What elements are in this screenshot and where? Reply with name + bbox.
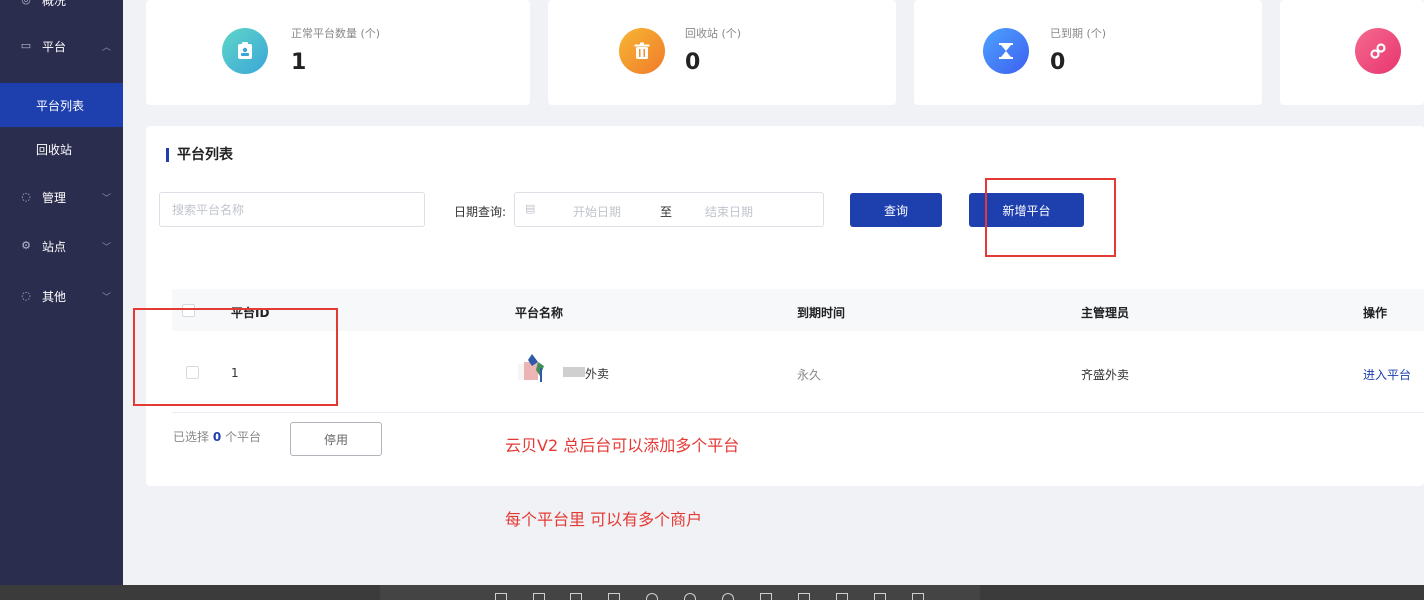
stat-value: 0 (685, 50, 701, 75)
date-end-input[interactable]: 结束日期 (705, 203, 753, 220)
trash-icon (619, 28, 665, 74)
chevron-down-icon: ﹀ (101, 242, 111, 253)
calendar-icon: ▤ (525, 202, 536, 215)
stat-label: 已到期 (个) (1050, 27, 1107, 40)
chevron-up-icon: ︿ (101, 42, 111, 53)
sidebar-item-platform-list[interactable]: 平台列表 (0, 83, 123, 127)
toolbar-icon[interactable] (646, 593, 658, 600)
toolbar-icon[interactable] (533, 593, 545, 600)
annotation-box-add (985, 178, 1116, 257)
header-expire-time: 到期时间 (797, 306, 846, 320)
hourglass-icon (983, 28, 1029, 74)
circle-icon: ◌ (21, 289, 31, 302)
stat-card-active: 正常平台数量 (个) 1 (146, 0, 530, 105)
disable-button[interactable]: 停用 (290, 422, 382, 456)
taskbar (0, 585, 1424, 600)
sidebar-item-other[interactable]: ◌ 其他 ﹀ (0, 274, 123, 318)
annotation-box-id (133, 308, 338, 406)
table-row-divider (172, 412, 1424, 413)
search-input[interactable] (159, 192, 425, 227)
chevron-down-icon: ﹀ (101, 292, 111, 303)
clipboard-icon (222, 28, 268, 74)
blurred-name-prefix (563, 367, 585, 377)
circle-icon: ◌ (21, 190, 31, 203)
sidebar-item-label: 管理 (42, 190, 67, 205)
stat-card-recycle: 回收站 (个) 0 (548, 0, 896, 105)
gear-icon: ⚙ (21, 239, 31, 252)
taskbar-toolbar (380, 585, 980, 600)
sidebar-item-label: 概况 (42, 0, 67, 8)
date-range-picker[interactable]: ▤ 开始日期 至 结束日期 (514, 192, 824, 227)
platform-logo-icon (518, 354, 550, 384)
toolbar-icon[interactable] (495, 593, 507, 600)
header-action: 操作 (1363, 306, 1388, 320)
selected-summary: 已选择 0 个平台 (173, 430, 262, 444)
sidebar-item-site[interactable]: ⚙ 站点 ﹀ (0, 224, 123, 268)
toolbar-icon[interactable] (570, 593, 582, 600)
overview-icon: ◎ (20, 0, 32, 6)
header-admin: 主管理员 (1081, 306, 1130, 320)
stat-label: 正常平台数量 (个) (291, 27, 381, 40)
toolbar-icon[interactable] (684, 593, 696, 600)
toolbar-icon[interactable] (836, 593, 848, 600)
chart-icon: ▭ (20, 39, 32, 52)
toolbar-icon[interactable] (722, 593, 734, 600)
chevron-down-icon: ﹀ (101, 193, 111, 204)
sidebar-item-manage[interactable]: ◌ 管理 ﹀ (0, 175, 123, 219)
cell-admin: 齐盛外卖 (1081, 368, 1130, 382)
sidebar-item-overview[interactable]: ◎ 概况 (0, 0, 123, 22)
stat-card-expired: 已到期 (个) 0 (914, 0, 1262, 105)
cell-platform-name: 外卖 (585, 367, 610, 381)
stat-value: 1 (291, 50, 307, 75)
sidebar-item-label: 回收站 (36, 142, 73, 157)
cell-expire-time: 永久 (797, 368, 822, 382)
toolbar-icon[interactable] (798, 593, 810, 600)
sidebar-item-label: 站点 (42, 239, 67, 254)
toolbar-icon[interactable] (608, 593, 620, 600)
toolbar-icon[interactable] (874, 593, 886, 600)
sidebar: ◎ 概况 ▭ 平台 ︿ 平台列表 回收站 ◌ 管理 ﹀ ⚙ 站点 ﹀ ◌ 其他 … (0, 0, 123, 585)
sidebar-item-platform[interactable]: ▭ 平台 ︿ (0, 24, 123, 68)
header-platform-name: 平台名称 (515, 306, 564, 320)
link-icon (1355, 28, 1401, 74)
sidebar-item-label: 其他 (42, 289, 67, 304)
sidebar-item-label: 平台 (42, 39, 67, 54)
panel-title: 平台列表 (166, 148, 233, 162)
enter-platform-link[interactable]: 进入平台 (1363, 366, 1411, 383)
table-header: 平台ID 平台名称 到期时间 主管理员 操作 (172, 289, 1424, 331)
sidebar-item-label: 平台列表 (36, 98, 85, 113)
annotation-note-2: 每个平台里 可以有多个商户 (505, 510, 703, 529)
date-separator: 至 (660, 205, 673, 219)
date-start-input[interactable]: 开始日期 (573, 203, 621, 220)
stat-value: 0 (1050, 50, 1066, 75)
toolbar-icon[interactable] (760, 593, 772, 600)
query-button[interactable]: 查询 (850, 193, 942, 227)
date-query-label: 日期查询: (454, 205, 507, 219)
sidebar-item-recycle-bin[interactable]: 回收站 (0, 127, 123, 171)
stat-label: 回收站 (个) (685, 27, 742, 40)
annotation-note-1: 云贝V2 总后台可以添加多个平台 (505, 436, 740, 455)
toolbar-icon[interactable] (912, 593, 924, 600)
stat-card-link (1280, 0, 1424, 105)
